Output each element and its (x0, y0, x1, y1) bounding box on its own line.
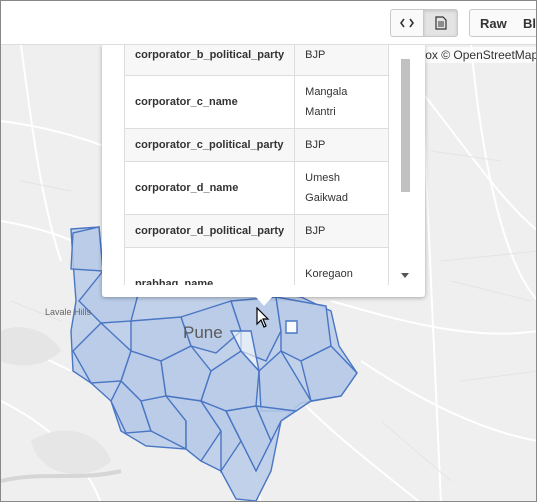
property-key: corporator_b_political_party (124, 45, 296, 76)
table-row: corporator_c_name Mangala Mantri (124, 75, 389, 129)
document-icon (434, 16, 447, 30)
table-row: corporator_c_political_party BJP (124, 128, 389, 162)
openstreetmap-link[interactable]: © OpenStreetMap (441, 48, 536, 62)
property-value: Mangala Mantri (294, 75, 389, 129)
table-row: corporator_d_name Umesh Gaikwad (124, 161, 389, 215)
scroll-down-arrow-icon[interactable] (401, 273, 409, 278)
file-toolbar: Raw Bl (1, 1, 536, 45)
property-value: Koregaon Park-Ghorpadi (294, 247, 389, 285)
popup-properties-scroll[interactable]: corporator_b_political_party BJP corpora… (124, 45, 389, 285)
code-icon (400, 18, 414, 28)
raw-button[interactable]: Raw (469, 9, 518, 37)
scrollbar-thumb[interactable] (401, 59, 410, 192)
rendered-view-button[interactable] (424, 9, 458, 37)
code-view-button[interactable] (390, 9, 424, 37)
mouse-pointer-icon (256, 307, 270, 328)
view-toggle-group (390, 9, 458, 37)
popup-scrollbar[interactable] (399, 49, 411, 285)
geojson-viewer: Raw Bl Pune Lavale Hills © OpenStreetMap… (0, 0, 537, 502)
city-label: Pune (183, 323, 223, 342)
feature-properties-table: corporator_b_political_party BJP corpora… (124, 45, 389, 285)
property-value: BJP (294, 214, 389, 248)
property-value: BJP (294, 45, 389, 76)
property-key: prabhag_name (124, 247, 296, 285)
table-row: corporator_d_political_party BJP (124, 214, 389, 248)
table-row: prabhag_name Koregaon Park-Ghorpadi (124, 247, 389, 285)
property-key: corporator_d_name (124, 161, 296, 215)
feature-popup: corporator_b_political_party BJP corpora… (102, 45, 425, 297)
hill-label: Lavale Hills (45, 307, 92, 317)
property-value: Umesh Gaikwad (294, 161, 389, 215)
property-key: corporator_c_name (124, 75, 296, 129)
blame-button[interactable]: Bl (513, 9, 536, 37)
property-value: BJP (294, 128, 389, 162)
property-key: corporator_d_political_party (124, 214, 296, 248)
property-key: corporator_c_political_party (124, 128, 296, 162)
table-row: corporator_b_political_party BJP (124, 45, 389, 76)
popup-tip (255, 296, 273, 306)
